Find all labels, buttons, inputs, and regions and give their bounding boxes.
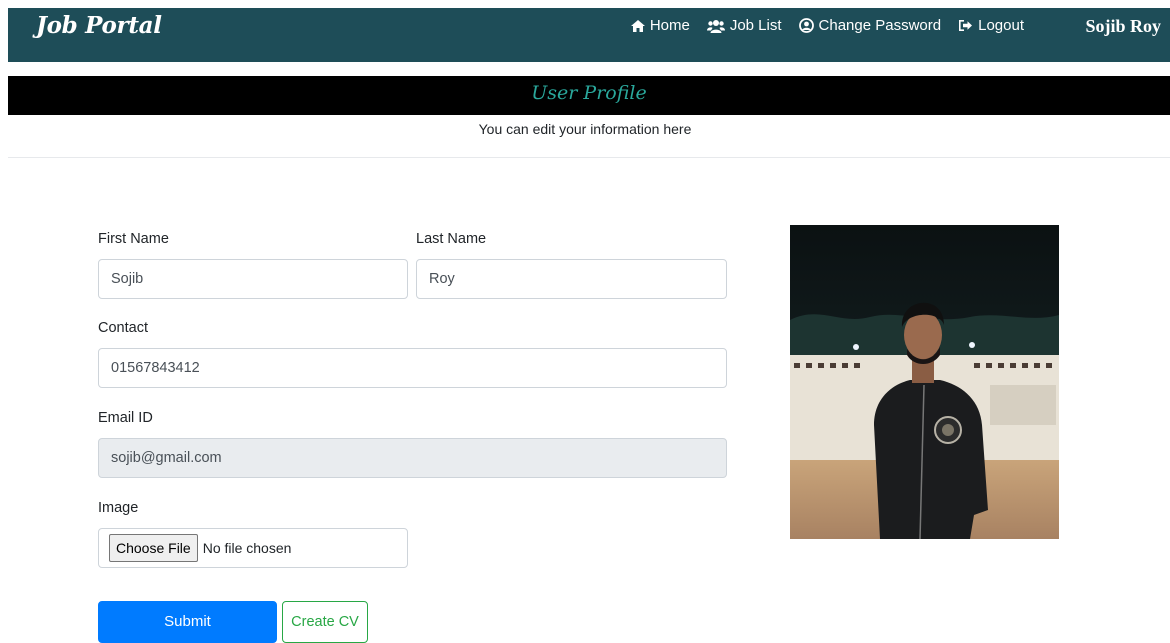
first-name-label: First Name [98, 231, 169, 247]
first-name-input[interactable] [98, 259, 408, 299]
email-input[interactable] [98, 438, 727, 478]
image-label: Image [98, 500, 139, 516]
page-title: User Profile [531, 82, 647, 104]
nav-logout-label: Logout [978, 17, 1024, 34]
contact-input[interactable] [98, 348, 727, 388]
divider [8, 157, 1170, 158]
user-circle-icon [798, 18, 814, 33]
nav-change-password-label: Change Password [818, 17, 942, 34]
last-name-label: Last Name [416, 231, 487, 247]
email-label: Email ID [98, 410, 153, 426]
file-status-text: No file chosen [202, 540, 292, 556]
brand-logo[interactable]: Job Portal [36, 12, 162, 39]
nav-home[interactable]: Home [630, 17, 690, 34]
nav-logout[interactable]: Logout [958, 17, 1024, 34]
profile-photo [790, 225, 1059, 539]
nav-home-label: Home [649, 17, 690, 34]
home-icon [630, 19, 645, 32]
nav-job-list[interactable]: Job List [706, 17, 782, 34]
current-user-name[interactable]: Sojib Roy [1085, 16, 1161, 37]
nav-links: Home Job List Change Password Logout [630, 17, 1024, 34]
nav-job-list-label: Job List [729, 17, 782, 34]
users-icon [706, 19, 725, 33]
logout-icon [959, 20, 973, 31]
page-title-banner: User Profile [8, 76, 1170, 115]
last-name-input[interactable] [416, 259, 727, 299]
page-subtitle: You can edit your information here [478, 121, 692, 137]
choose-file-button[interactable]: Choose File [109, 534, 198, 562]
nav-change-password[interactable]: Change Password [798, 17, 942, 34]
image-file-input[interactable]: Choose File No file chosen [98, 528, 408, 568]
top-navbar: Job Portal Home Job List Change Password… [8, 8, 1170, 62]
contact-label: Contact [98, 320, 148, 336]
